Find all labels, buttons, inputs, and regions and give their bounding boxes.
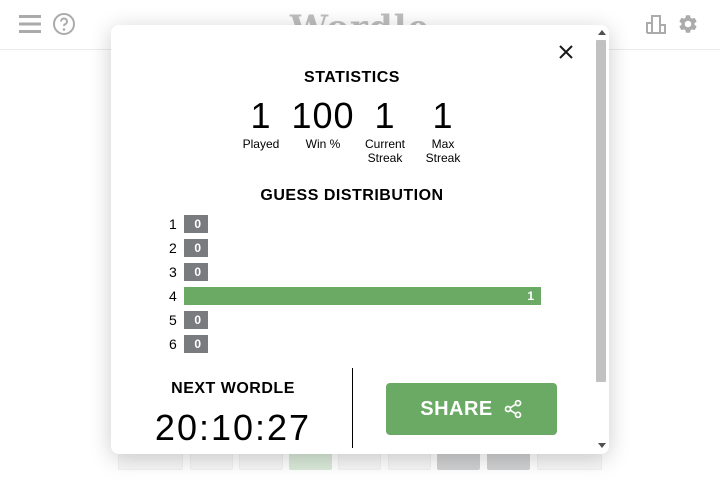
- share-icon: [504, 399, 522, 419]
- close-button[interactable]: [556, 42, 576, 62]
- statistics-heading: STATISTICS: [304, 69, 400, 86]
- distribution-row: 3 0: [169, 262, 549, 282]
- distribution-row: 1 0: [169, 214, 549, 234]
- divider: [352, 368, 353, 448]
- distribution-row: 5 0: [169, 310, 549, 330]
- statistics-modal: STATISTICS 1 Played 100 Win % 1 Current …: [111, 25, 609, 454]
- guess-number: 1: [169, 216, 177, 232]
- stat-max-streak: 1 Max Streak: [403, 95, 483, 165]
- share-button-label: SHARE: [420, 397, 493, 420]
- guess-number: 2: [169, 240, 177, 256]
- distribution-bar: 0: [184, 263, 208, 281]
- distribution-bar: 0: [184, 311, 208, 329]
- distribution-row: 4 1: [169, 286, 549, 306]
- scroll-up-arrow-icon[interactable]: [598, 30, 606, 35]
- countdown-timer: 20:10:27: [154, 407, 312, 448]
- distribution-row: 2 0: [169, 238, 549, 258]
- next-wordle-heading: NEXT WORDLE: [171, 380, 295, 397]
- close-icon: [559, 45, 573, 59]
- distribution-bar-current: 1: [184, 287, 541, 305]
- stat-label: Max Streak: [425, 137, 461, 165]
- stat-value: 1: [432, 95, 454, 136]
- distribution-bar: 0: [184, 335, 208, 353]
- guess-number: 5: [169, 312, 177, 328]
- guess-distribution-heading: GUESS DISTRIBUTION: [260, 187, 444, 204]
- scroll-down-arrow-icon[interactable]: [598, 443, 606, 448]
- modal-scrollbar[interactable]: [595, 25, 609, 454]
- guess-number: 3: [169, 264, 177, 280]
- guess-number: 6: [169, 336, 177, 352]
- distribution-row: 6 0: [169, 334, 549, 354]
- guess-number: 4: [169, 288, 177, 304]
- share-button[interactable]: SHARE: [386, 383, 557, 435]
- distribution-bar: 0: [184, 239, 208, 257]
- distribution-bar: 0: [184, 215, 208, 233]
- scrollbar-thumb[interactable]: [596, 40, 606, 382]
